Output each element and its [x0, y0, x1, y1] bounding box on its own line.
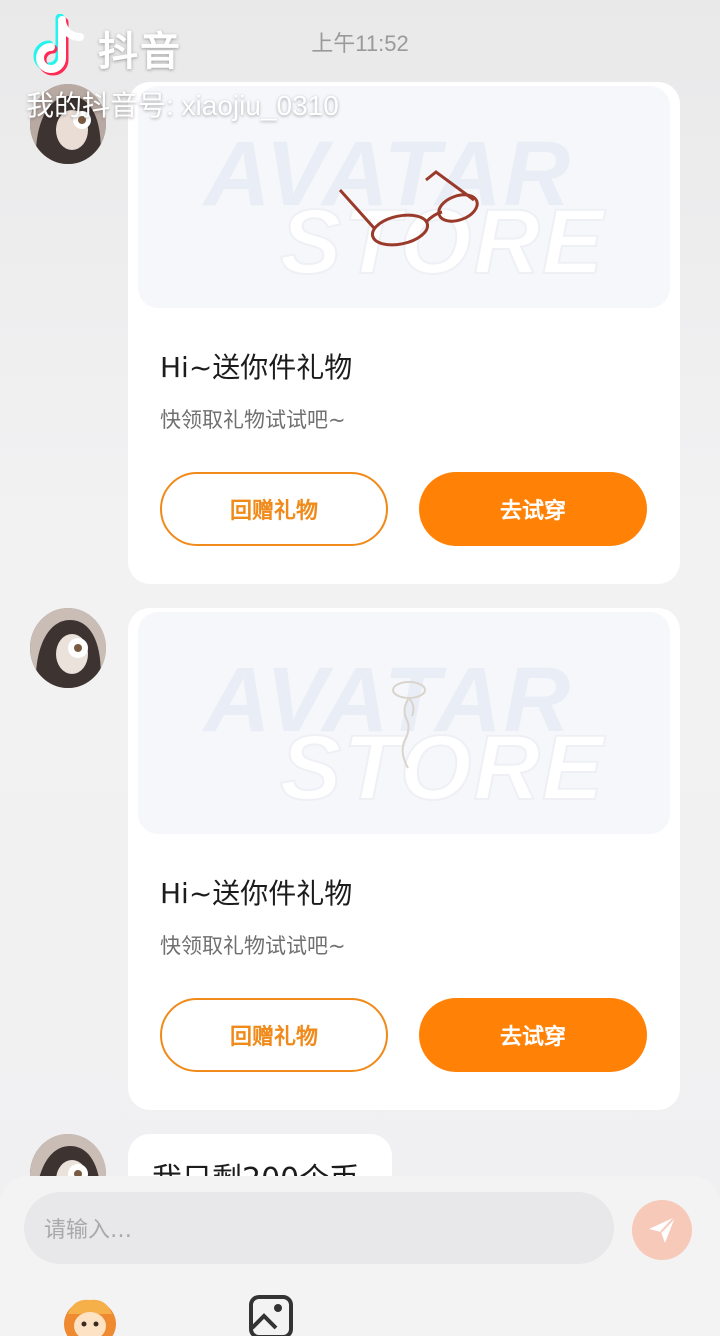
try-on-button[interactable]: 去试穿 — [419, 472, 647, 546]
store-bg-text-bottom: STORE — [279, 716, 606, 820]
return-gift-button[interactable]: 回赠礼物 — [160, 998, 388, 1072]
choker-icon — [392, 681, 426, 769]
gift-card-subtitle: 快领取礼物试试吧~ — [160, 408, 346, 432]
watermark-user-id: 我的抖音号: xiaojiu_0310 — [26, 90, 339, 121]
send-icon — [649, 1216, 676, 1243]
gift-card: AVATAR STORE Hi~送你件礼物 快领取礼物试试吧~ 回赠礼物 去试穿 — [128, 608, 680, 1110]
input-placeholder: 请输入… — [44, 1218, 133, 1243]
avatar[interactable] — [30, 608, 106, 688]
tiktok-watermark: 抖音 我的抖音号: xiaojiu_0310 — [26, 14, 339, 124]
send-button[interactable] — [632, 1200, 692, 1260]
gift-card: AVATAR STORE Hi~送你件礼物 快领取礼物试试吧~ 回赠礼物 去试穿 — [128, 82, 680, 584]
message-input[interactable]: 请输入… — [24, 1192, 614, 1264]
try-on-button[interactable]: 去试穿 — [419, 998, 647, 1072]
chat-screen: 上午11:52 抖音 我的抖音号: xiaojiu_0310 AVATAR ST… — [0, 0, 720, 1336]
composer-panel: 请输入… — [0, 1176, 720, 1336]
gift-card-title: Hi~送你件礼物 — [160, 877, 353, 910]
gift-card-subtitle: 快领取礼物试试吧~ — [160, 934, 346, 958]
avatar-character-icon[interactable] — [60, 1294, 120, 1336]
return-gift-button[interactable]: 回赠礼物 — [160, 472, 388, 546]
glasses-icon — [338, 170, 479, 247]
tiktok-logo-icon — [33, 14, 84, 76]
avatar-photo — [30, 608, 106, 688]
gift-image: AVATAR STORE — [138, 612, 670, 834]
gift-card-title: Hi~送你件礼物 — [160, 351, 353, 384]
watermark-brand: 抖音 — [98, 29, 182, 75]
image-icon[interactable] — [248, 1294, 294, 1336]
